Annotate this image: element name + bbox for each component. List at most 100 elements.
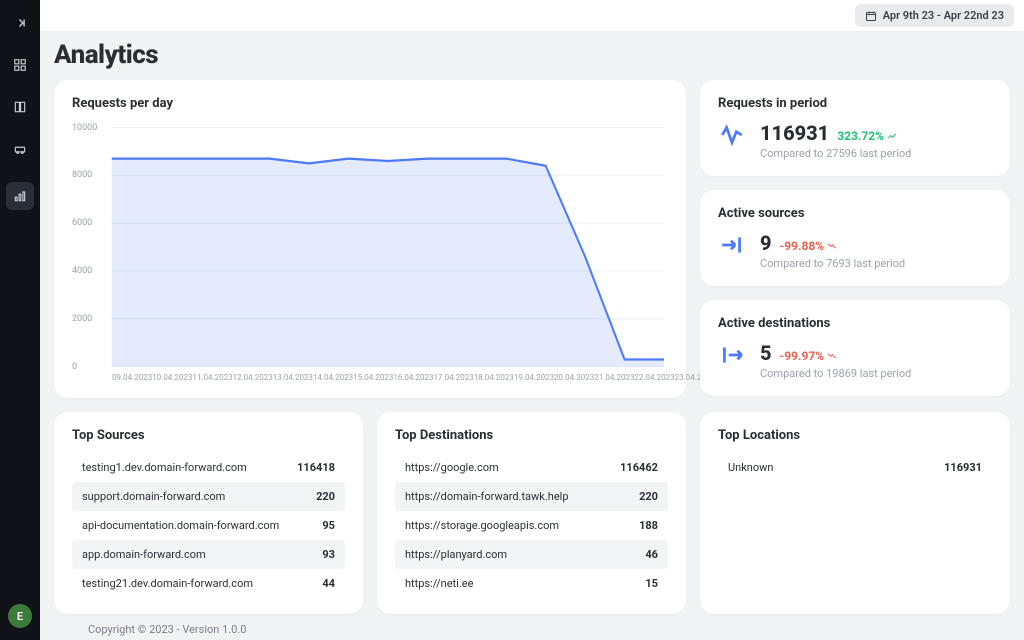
list-item-value: 116418	[297, 461, 335, 474]
sidebar-expand-icon[interactable]	[11, 14, 29, 32]
list-item-label: testing1.dev.domain-forward.com	[82, 461, 247, 474]
chart-x-tick: 09.04.2023	[112, 373, 152, 382]
chart-y-tick: 0	[72, 362, 77, 372]
requests-in-period-card: Requests in period 116931 323.72%	[700, 80, 1010, 176]
chart-x-tick: 14.04.2023	[313, 373, 353, 382]
chart-x-tick: 18.04.2023	[474, 373, 514, 382]
stat-sub: Compared to 19869 last period	[760, 367, 911, 380]
list-item-value: 44	[322, 577, 335, 590]
stat-delta: -99.97%	[780, 349, 839, 363]
card-title: Top Sources	[72, 428, 345, 443]
list-item-value: 95	[322, 519, 335, 532]
dashboard-icon[interactable]	[11, 56, 29, 74]
stat-delta: -99.88%	[780, 239, 839, 253]
active-destinations-card: Active destinations 5 -99.97%	[700, 300, 1010, 396]
list-item-label: Unknown	[728, 461, 773, 474]
docs-icon[interactable]	[11, 98, 29, 116]
chart-y-tick: 2000	[72, 314, 92, 324]
main: Apr 9th 23 - Apr 22nd 23 Analytics Reque…	[40, 0, 1024, 640]
top-locations-card: Top Locations Unknown 116931	[700, 412, 1010, 614]
chart-x-tick: 15.04.2023	[353, 373, 393, 382]
calendar-icon	[865, 10, 877, 22]
destination-row[interactable]: https://neti.ee15	[395, 569, 668, 598]
location-row[interactable]: Unknown 116931	[718, 453, 992, 482]
list-item-label: https://domain-forward.tawk.help	[405, 490, 569, 503]
source-row[interactable]: app.domain-forward.com 93	[72, 540, 345, 569]
source-row[interactable]: testing21.dev.domain-forward.com 44	[72, 569, 345, 598]
chart-x-tick: 19.04.2023	[514, 373, 554, 382]
trend-up-icon	[886, 131, 898, 141]
top-destinations-card: Top Destinations https://google.com 11646…	[377, 412, 686, 614]
source-row[interactable]: support.domain-forward.com 220	[72, 482, 345, 511]
chart-x-tick: 22.04.2023	[634, 373, 674, 382]
list-item-value: 116462	[620, 461, 658, 474]
activity-icon	[718, 121, 746, 149]
card-title: Top Destinations	[395, 428, 668, 443]
list-item-label: https://planyard.com	[405, 548, 507, 561]
chart-y-tick: 4000	[72, 266, 92, 276]
stat-value: 9	[760, 231, 772, 255]
list-item-value: 220	[316, 490, 335, 503]
list-item-value: 188	[639, 519, 658, 532]
date-range-picker[interactable]: Apr 9th 23 - Apr 22nd 23	[855, 4, 1014, 27]
page-title: Analytics	[54, 40, 1010, 70]
source-row[interactable]: api-documentation.domain-forward.com 95	[72, 511, 345, 540]
chart-y-tick: 10000	[72, 123, 97, 133]
vehicle-icon[interactable]	[11, 140, 29, 158]
chart-y-tick: 8000	[72, 170, 92, 180]
card-title: Top Locations	[718, 428, 992, 443]
chart-x-tick: 11.04.2023	[192, 373, 232, 382]
chart-x-labels: 09.04.202310.04.202311.04.202312.04.2023…	[72, 373, 668, 382]
arrow-out-icon	[718, 341, 746, 369]
requests-per-day-card: Requests per day 0200040006000800010000 …	[54, 80, 686, 398]
footer: Copyright © 2023 - Version 1.0.0	[80, 618, 1024, 640]
destination-row[interactable]: https://storage.googleapis.com 188	[395, 511, 668, 540]
topbar: Apr 9th 23 - Apr 22nd 23	[40, 0, 1024, 32]
card-title: Active sources	[718, 206, 992, 221]
avatar-initial: E	[17, 610, 23, 623]
list-item-value: 93	[322, 548, 335, 561]
top-sources-card: Top Sources testing1.dev.domain-forward.…	[54, 412, 363, 614]
chart-x-tick: 17.04.2023	[434, 373, 474, 382]
trend-down-icon	[826, 351, 838, 361]
footer-text: Copyright © 2023 - Version 1.0.0	[88, 623, 246, 636]
date-range-label: Apr 9th 23 - Apr 22nd 23	[883, 9, 1004, 22]
list-item-label: support.domain-forward.com	[82, 490, 225, 503]
source-row[interactable]: testing1.dev.domain-forward.com 116418	[72, 453, 345, 482]
list-item-label: https://storage.googleapis.com	[405, 519, 559, 532]
avatar[interactable]: E	[8, 604, 32, 628]
stat-value: 116931	[760, 121, 829, 145]
list-item-label: testing21.dev.domain-forward.com	[82, 577, 253, 590]
chart-x-tick: 16.04.2023	[393, 373, 433, 382]
content: Analytics Requests per day 0 2000 4000 6000…	[40, 32, 1024, 618]
requests-chart: 0 2000 4000 6000 8000 10000	[72, 121, 668, 371]
list-item-label: api-documentation.domain-forward.com	[82, 519, 279, 532]
card-title: Active destinations	[718, 316, 992, 331]
active-sources-card: Active sources 9 -99.88%	[700, 190, 1010, 286]
destination-row[interactable]: https://planyard.com 46	[395, 540, 668, 569]
list-item-value: 46	[645, 548, 658, 561]
list-item-label: https://neti.ee	[405, 577, 473, 590]
sidebar: E	[0, 0, 40, 640]
chart-title: Requests per day	[72, 96, 668, 111]
list-item-label: app.domain-forward.com	[82, 548, 206, 561]
chart-x-tick: 12.04.2023	[233, 373, 273, 382]
card-title: Requests in period	[718, 96, 992, 111]
stat-delta: 323.72%	[837, 129, 898, 143]
list-item-value: 116931	[944, 461, 982, 474]
trend-down-icon	[826, 241, 838, 251]
chart-x-tick: 20.04.2023	[554, 373, 594, 382]
stat-sub: Compared to 27596 last period	[760, 147, 911, 160]
chart-y-tick: 6000	[72, 218, 92, 228]
destination-row[interactable]: https://google.com 116462	[395, 453, 668, 482]
arrow-in-icon	[718, 231, 746, 259]
stat-value: 5	[760, 341, 772, 365]
list-item-label: https://google.com	[405, 461, 499, 474]
stat-sub: Compared to 7693 last period	[760, 257, 905, 270]
chart-x-tick: 21.04.2023	[594, 373, 634, 382]
list-item-value: 220	[639, 490, 658, 503]
chart-x-tick: 10.04.2023	[152, 373, 192, 382]
chart-x-tick: 13.04.2023	[273, 373, 313, 382]
analytics-icon[interactable]	[6, 182, 34, 210]
destination-row[interactable]: https://domain-forward.tawk.help 220	[395, 482, 668, 511]
